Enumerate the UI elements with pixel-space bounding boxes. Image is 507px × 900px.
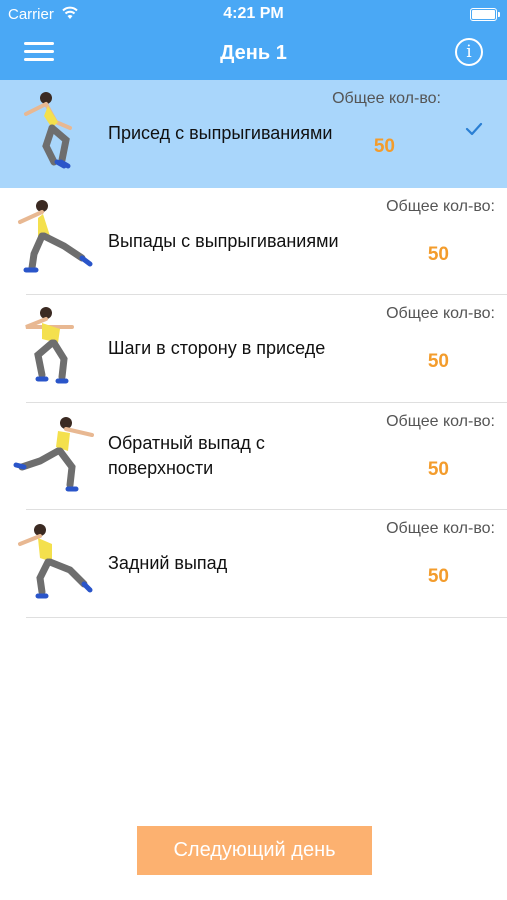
- exercise-row-back-lunge[interactable]: Задний выпад Общее кол-во: 50: [0, 510, 507, 618]
- total-count-value: 50: [427, 243, 449, 265]
- exercise-name: Присед с выпрыгиваниями: [108, 123, 333, 143]
- total-count-label: Общее кол-во:: [386, 197, 495, 215]
- total-count-label: Общее кол-во:: [332, 90, 441, 107]
- status-bar: Carrier 4:21 PM: [0, 0, 507, 28]
- exercise-figure-icon: [25, 307, 74, 384]
- total-count-value: 50: [427, 351, 449, 372]
- row-divider: [26, 616, 507, 618]
- total-count-label: Общее кол-во:: [386, 305, 495, 322]
- battery-icon: [470, 8, 500, 21]
- exercise-name: Задний выпад: [108, 553, 228, 573]
- hamburger-menu-icon[interactable]: [24, 40, 54, 64]
- page-title: День 1: [220, 42, 287, 64]
- checkmark-icon: [465, 122, 483, 136]
- exercise-list: Присед с выпрыгиваниями Общее кол-во: 50…: [0, 80, 507, 618]
- total-count-label: Общее кол-во:: [386, 412, 495, 430]
- exercise-figure-icon: [13, 416, 94, 491]
- exercise-row-jump-lunges[interactable]: Выпады с выпрыгиваниями Общее кол-во: 50: [0, 188, 507, 295]
- total-count-value: 50: [427, 566, 449, 587]
- nav-bar: День 1 i: [0, 28, 507, 80]
- exercise-row-jump-squat[interactable]: Присед с выпрыгиваниями Общее кол-во: 50: [0, 80, 507, 188]
- exercise-figure-icon: [18, 524, 93, 599]
- total-count-label: Общее кол-во:: [386, 520, 495, 537]
- app-header: Carrier 4:21 PM День 1 i: [0, 0, 507, 80]
- exercise-row-side-steps[interactable]: Шаги в сторону в приседе Общее кол-во: 5…: [0, 295, 507, 403]
- exercise-figure-icon: [24, 92, 72, 169]
- exercise-name: Шаги в сторону в приседе: [108, 338, 326, 358]
- info-icon[interactable]: i: [455, 38, 483, 66]
- status-time: 4:21 PM: [223, 5, 284, 22]
- exercise-row-reverse-lunge[interactable]: Обратный выпад с поверхности Общее кол-в…: [0, 403, 507, 510]
- total-count-value: 50: [427, 458, 449, 480]
- exercise-name: Обратный выпад с поверхности: [108, 433, 265, 478]
- exercise-figure-icon: [18, 199, 93, 272]
- total-count-value: 50: [373, 136, 395, 157]
- exercise-name: Выпады с выпрыгиваниями: [108, 230, 339, 251]
- next-day-button[interactable]: Следующий день: [137, 826, 372, 875]
